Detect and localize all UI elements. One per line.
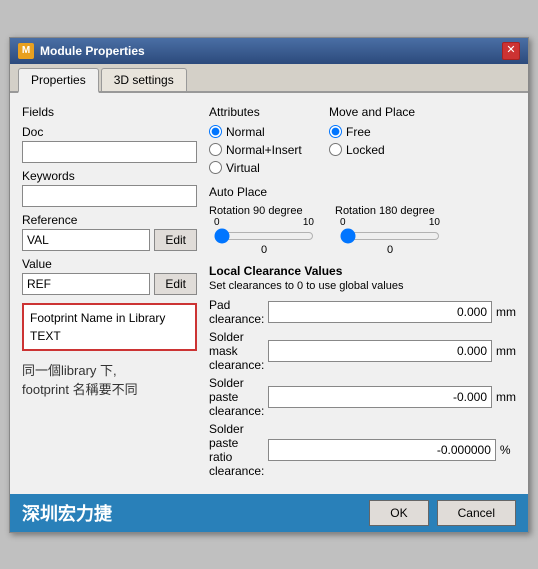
clearance-name-2: Solder paste clearance: — [209, 376, 264, 418]
rotation180-slider[interactable] — [340, 228, 440, 244]
reference-input[interactable] — [22, 229, 150, 251]
attr-normalinsert-label: Normal+Insert — [226, 143, 302, 157]
top-sections: Attributes Normal Normal+Insert Virtu — [209, 105, 516, 175]
move-free-label: Free — [346, 125, 371, 139]
bottom-bar: 深圳宏力捷 OK Cancel — [10, 494, 528, 532]
rotation90-container: Rotation 90 degree 0 10 0 — [209, 205, 319, 256]
clearance-unit-3: % — [500, 443, 516, 457]
close-button[interactable]: ✕ — [502, 42, 520, 60]
footprint-value: TEXT — [30, 329, 189, 343]
title-bar: M Module Properties ✕ — [10, 38, 528, 64]
move-locked-label: Locked — [346, 143, 385, 157]
keywords-label: Keywords — [22, 169, 197, 183]
right-panel: Attributes Normal Normal+Insert Virtu — [209, 105, 516, 482]
rotation180-value: 0 — [340, 244, 440, 256]
fields-label: Fields — [22, 105, 197, 119]
rotation90-label: Rotation 90 degree — [209, 205, 319, 217]
bottom-text: 深圳宏力捷 — [22, 500, 112, 526]
clearance-subtitle: Set clearances to 0 to use global values — [209, 280, 516, 292]
cancel-button[interactable]: Cancel — [437, 500, 516, 526]
rotation180-label: Rotation 180 degree — [335, 205, 445, 217]
clearance-name-0: Pad clearance: — [209, 298, 264, 326]
value-label: Value — [22, 257, 197, 271]
rotation180-max: 10 — [429, 217, 440, 228]
attr-normal-radio[interactable] — [209, 125, 222, 138]
attr-virtual[interactable]: Virtual — [209, 161, 309, 175]
annotation-line1: 同一個library 下, — [22, 363, 117, 378]
reference-edit-button[interactable]: Edit — [154, 229, 197, 251]
value-row: Edit — [22, 273, 197, 295]
rotation180-container: Rotation 180 degree 0 10 0 — [335, 205, 445, 256]
value-edit-button[interactable]: Edit — [154, 273, 197, 295]
attr-normal-label: Normal — [226, 125, 265, 139]
tab-properties[interactable]: Properties — [18, 68, 99, 93]
attributes-section: Attributes Normal Normal+Insert Virtu — [209, 105, 309, 175]
clearance-unit-2: mm — [496, 390, 516, 404]
rotation90-slider[interactable] — [214, 228, 314, 244]
clearance-title: Local Clearance Values — [209, 264, 516, 278]
value-input[interactable] — [22, 273, 150, 295]
attr-normal[interactable]: Normal — [209, 125, 309, 139]
bottom-buttons: OK Cancel — [369, 500, 516, 526]
clearance-unit-1: mm — [496, 344, 516, 358]
attr-virtual-label: Virtual — [226, 161, 260, 175]
move-free[interactable]: Free — [329, 125, 429, 139]
window-title: Module Properties — [40, 44, 145, 58]
attr-normal-insert[interactable]: Normal+Insert — [209, 143, 309, 157]
doc-input[interactable] — [22, 141, 197, 163]
rotation90-max: 10 — [303, 217, 314, 228]
clearance-row-2: Solder paste clearance: mm — [209, 376, 516, 418]
attr-normalinsert-radio[interactable] — [209, 143, 222, 156]
clearance-row-1: Solder mask clearance: mm — [209, 330, 516, 372]
main-content: Fields Doc Keywords Reference Edit Value… — [10, 93, 528, 494]
clearance-value-2[interactable] — [268, 386, 492, 408]
doc-label: Doc — [22, 125, 197, 139]
clearance-value-3[interactable] — [268, 439, 496, 461]
rotation90-value: 0 — [214, 244, 314, 256]
ok-button[interactable]: OK — [369, 500, 428, 526]
clearance-row-3: Solder paste ratio clearance: % — [209, 422, 516, 478]
move-radio-group: Free Locked — [329, 125, 429, 157]
keywords-input[interactable] — [22, 185, 197, 207]
app-icon: M — [18, 43, 34, 59]
tabs-bar: Properties 3D settings — [10, 64, 528, 93]
attr-virtual-radio[interactable] — [209, 161, 222, 174]
rotation90-min: 0 — [214, 217, 220, 228]
rotation180-ends: 0 10 — [340, 217, 440, 228]
move-title: Move and Place — [329, 105, 429, 119]
title-buttons: ✕ — [502, 42, 520, 60]
auto-place-section: Auto Place Rotation 90 degree 0 10 0 — [209, 185, 516, 256]
clearance-row-0: Pad clearance: mm — [209, 298, 516, 326]
move-locked[interactable]: Locked — [329, 143, 429, 157]
auto-place-title: Auto Place — [209, 185, 516, 199]
left-panel: Fields Doc Keywords Reference Edit Value… — [22, 105, 197, 482]
clearance-name-3: Solder paste ratio clearance: — [209, 422, 264, 478]
move-free-radio[interactable] — [329, 125, 342, 138]
attributes-radio-group: Normal Normal+Insert Virtual — [209, 125, 309, 175]
main-window: M Module Properties ✕ Properties 3D sett… — [9, 37, 529, 533]
reference-row: Edit — [22, 229, 197, 251]
clearance-section: Local Clearance Values Set clearances to… — [209, 264, 516, 478]
attributes-title: Attributes — [209, 105, 309, 119]
rotation180-min: 0 — [340, 217, 346, 228]
annotation-line2: footprint 名稱要不同 — [22, 382, 138, 397]
clearance-value-1[interactable] — [268, 340, 492, 362]
sliders-row: Rotation 90 degree 0 10 0 Rotation 180 d… — [209, 205, 516, 256]
move-section: Move and Place Free Locked — [329, 105, 429, 175]
tab-3d-settings[interactable]: 3D settings — [101, 68, 187, 91]
reference-label: Reference — [22, 213, 197, 227]
annotation-text: 同一個library 下, footprint 名稱要不同 — [22, 361, 197, 400]
clearance-value-0[interactable] — [268, 301, 492, 323]
clearance-unit-0: mm — [496, 305, 516, 319]
footprint-label: Footprint Name in Library — [30, 311, 189, 325]
rotation90-ends: 0 10 — [214, 217, 314, 228]
footprint-box: Footprint Name in Library TEXT — [22, 303, 197, 351]
move-locked-radio[interactable] — [329, 143, 342, 156]
title-bar-left: M Module Properties — [18, 43, 145, 59]
clearance-name-1: Solder mask clearance: — [209, 330, 264, 372]
